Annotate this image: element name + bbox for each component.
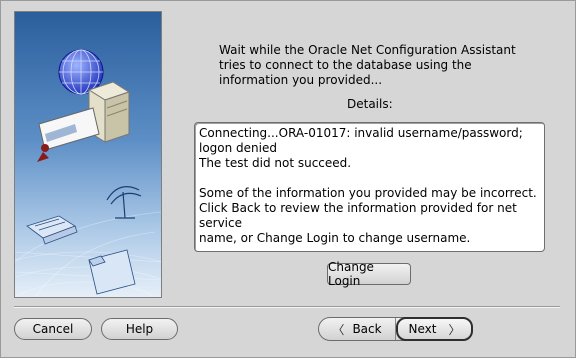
status-message: Wait while the Oracle Net Configuration … [219, 43, 516, 87]
back-button[interactable]: 〈 Back [319, 318, 396, 340]
wizard-illustration [14, 11, 162, 298]
next-button[interactable]: Next 〉 [396, 317, 473, 341]
cancel-button[interactable]: Cancel [14, 318, 92, 340]
chevron-right-icon: 〉 [448, 322, 461, 337]
details-textarea[interactable]: Connecting...ORA-01017: invalid username… [194, 122, 545, 252]
details-text: Connecting...ORA-01017: invalid username… [199, 126, 537, 245]
change-login-button[interactable]: Change Login [327, 260, 411, 288]
navigation-group: 〈 Back Next 〉 [318, 317, 473, 341]
change-login-label: Change Login [328, 260, 374, 288]
next-label: Next [408, 322, 437, 336]
details-label: Details: [347, 97, 393, 111]
help-button[interactable]: Help [101, 318, 178, 340]
footer-separator [14, 306, 560, 308]
back-label: Back [352, 322, 382, 336]
help-label: Help [125, 322, 154, 336]
cancel-label: Cancel [32, 322, 74, 336]
chevron-left-icon: 〈 [332, 322, 345, 337]
